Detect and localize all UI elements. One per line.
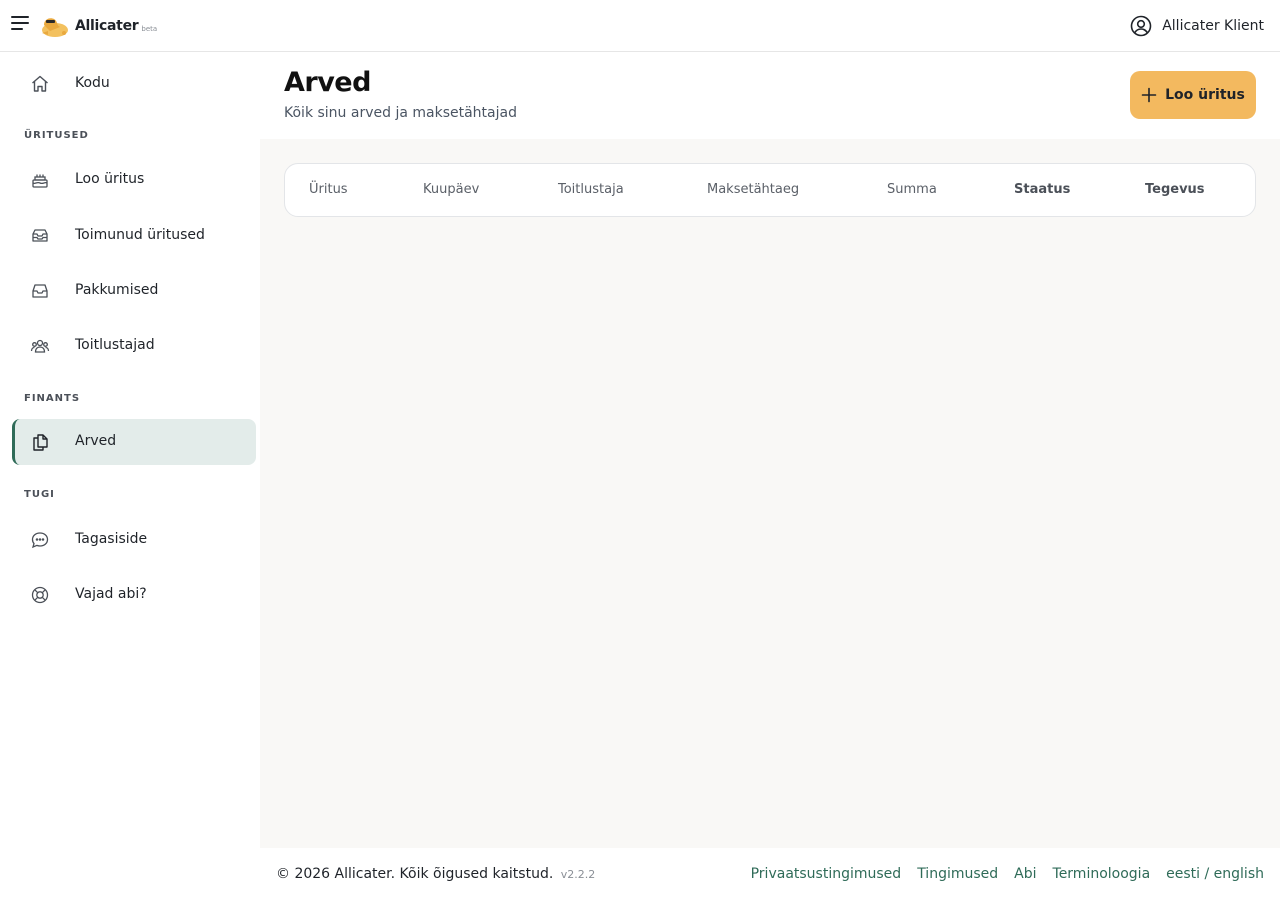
inbox-stack-icon xyxy=(32,229,48,242)
copyright: © 2026 Allicater. Kõik õigused kaitstud.… xyxy=(276,866,595,882)
user-menu[interactable]: Allicater Klient xyxy=(1130,14,1264,38)
sidebar-item-label: Kodu xyxy=(75,75,110,91)
sidebar-item-past-events[interactable]: Toimunud üritused xyxy=(12,213,256,259)
column-header-event[interactable]: Üritus xyxy=(309,182,348,197)
chat-bubble-icon xyxy=(31,532,49,549)
column-header-action: Tegevus xyxy=(1145,182,1205,197)
user-circle-icon xyxy=(1130,15,1152,37)
top-bar: Allicater beta Allicater Klient xyxy=(0,0,1280,52)
column-header-amount[interactable]: Summa xyxy=(887,182,937,197)
sidebar-item-label: Pakkumised xyxy=(75,282,159,298)
footer-link-help[interactable]: Abi xyxy=(1014,866,1036,882)
logo-dino-icon xyxy=(42,18,68,37)
documents-icon xyxy=(33,434,48,451)
sidebar-item-label: Toimunud üritused xyxy=(75,227,205,243)
beta-badge: beta xyxy=(141,25,158,33)
plus-icon xyxy=(1141,87,1157,103)
users-group-icon xyxy=(30,339,50,353)
app-name: Allicater xyxy=(75,18,139,34)
section-label-events: ÜRITUSED xyxy=(24,130,89,141)
cake-icon xyxy=(32,174,48,188)
sidebar: Kodu ÜRITUSED Loo üritus Toimunud üritus… xyxy=(0,53,260,848)
version: v2.2.2 xyxy=(560,868,596,881)
sidebar-item-feedback[interactable]: Tagasiside xyxy=(12,517,256,563)
sidebar-item-label: Toitlustajad xyxy=(75,337,155,353)
sidebar-item-caterers[interactable]: Toitlustajad xyxy=(12,323,256,369)
lifebuoy-icon xyxy=(31,586,49,604)
footer: © 2026 Allicater. Kõik õigused kaitstud.… xyxy=(260,848,1280,900)
column-header-date[interactable]: Kuupäev xyxy=(423,182,479,197)
sidebar-item-home[interactable]: Kodu xyxy=(12,61,256,107)
sidebar-item-create-event[interactable]: Loo üritus xyxy=(12,157,256,203)
create-event-button-label: Loo üritus xyxy=(1165,87,1245,103)
sidebar-item-label: Tagasiside xyxy=(75,531,148,547)
create-event-button[interactable]: Loo üritus xyxy=(1130,71,1256,119)
footer-link-terms[interactable]: Tingimused xyxy=(917,866,998,882)
main-content: Üritus Kuupäev Toitlustaja Maksetähtaeg … xyxy=(260,139,1280,848)
page-subtitle: Kõik sinu arved ja maksetähtajad xyxy=(284,105,517,121)
sidebar-item-label: Arved xyxy=(75,433,117,449)
sidebar-item-invoices[interactable]: Arved xyxy=(12,419,256,465)
invoices-table: Üritus Kuupäev Toitlustaja Maksetähtaeg … xyxy=(284,163,1256,217)
page-header: Arved Kõik sinu arved ja maksetähtajad L… xyxy=(260,53,1280,139)
sidebar-item-help[interactable]: Vajad abi? xyxy=(12,572,256,618)
footer-link-language[interactable]: eesti / english xyxy=(1166,866,1264,882)
footer-links: Privaatsustingimused Tingimused Abi Term… xyxy=(751,866,1264,882)
sidebar-item-offers[interactable]: Pakkumised xyxy=(12,268,256,314)
footer-link-terminology[interactable]: Terminoloogia xyxy=(1053,866,1151,882)
home-icon xyxy=(32,75,48,92)
logo[interactable]: Allicater beta xyxy=(38,12,157,40)
column-header-caterer[interactable]: Toitlustaja xyxy=(558,182,624,197)
menu-icon[interactable] xyxy=(11,16,29,30)
sidebar-item-label: Vajad abi? xyxy=(75,586,147,602)
section-label-finance: FINANTS xyxy=(24,393,81,404)
copyright-text: © 2026 Allicater. Kõik õigused kaitstud. xyxy=(276,866,554,882)
section-label-support: TUGI xyxy=(24,489,55,500)
sidebar-item-label: Loo üritus xyxy=(75,171,145,187)
column-header-status[interactable]: Staatus xyxy=(1014,182,1070,197)
footer-link-privacy[interactable]: Privaatsustingimused xyxy=(751,866,902,882)
inbox-icon xyxy=(32,284,48,298)
user-name: Allicater Klient xyxy=(1162,18,1264,34)
column-header-due-date[interactable]: Maksetähtaeg xyxy=(707,182,799,197)
page-title: Arved xyxy=(284,67,371,98)
